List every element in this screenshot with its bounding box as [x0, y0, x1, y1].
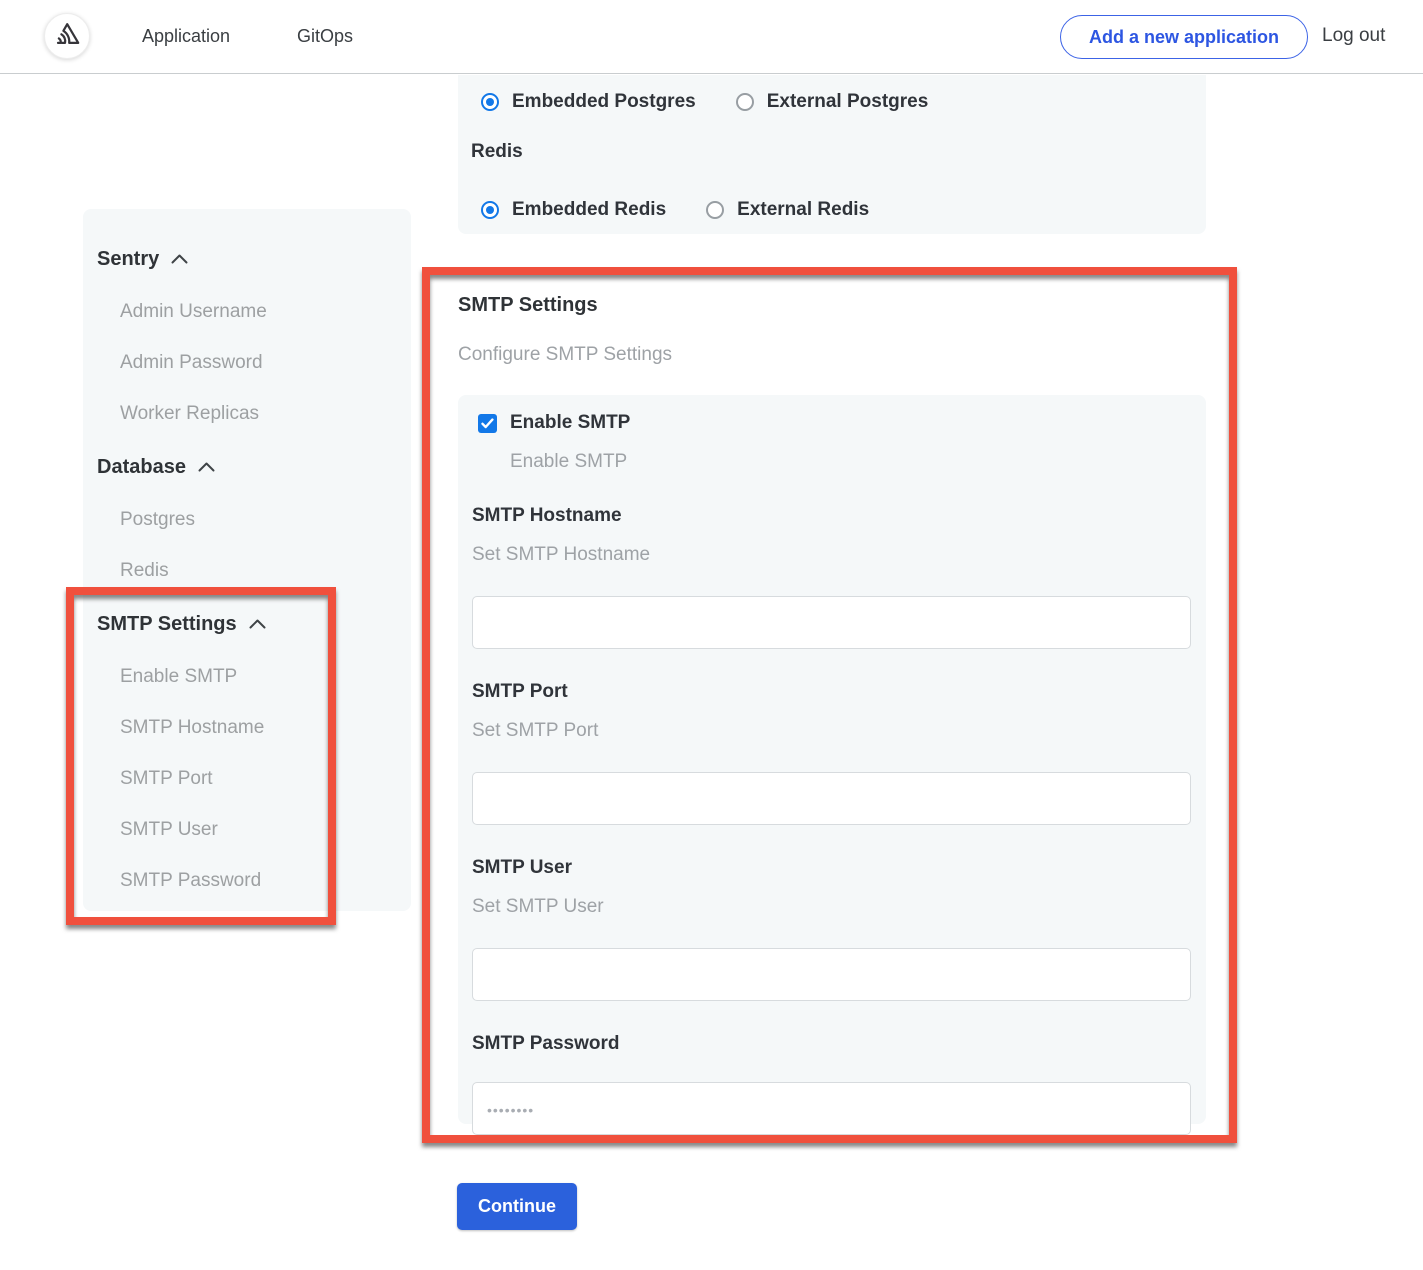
smtp-hostname-label: SMTP Hostname: [472, 505, 1191, 527]
smtp-port-help: Set SMTP Port: [472, 720, 1191, 742]
embedded-postgres-label[interactable]: Embedded Postgres: [512, 91, 696, 113]
nav-link-gitops[interactable]: GitOps: [297, 26, 353, 47]
sidebar-item-smtp-port[interactable]: SMTP Port: [120, 769, 411, 789]
smtp-password-field: SMTP Password: [472, 1033, 1191, 1135]
smtp-section-subtitle: Configure SMTP Settings: [458, 344, 672, 366]
smtp-form-panel: Enable SMTP Enable SMTP SMTP Hostname Se…: [458, 395, 1206, 1124]
sentry-logo-icon: [53, 20, 81, 53]
add-new-application-button[interactable]: Add a new application: [1060, 15, 1308, 59]
smtp-section-title: SMTP Settings: [458, 294, 598, 317]
smtp-user-label: SMTP User: [472, 857, 1191, 879]
smtp-password-label: SMTP Password: [472, 1033, 1191, 1055]
config-sidebar: Sentry Admin Username Admin Password Wor…: [83, 209, 411, 911]
smtp-port-label: SMTP Port: [472, 681, 1191, 703]
smtp-hostname-input[interactable]: [472, 596, 1191, 649]
sidebar-group-database[interactable]: Database: [97, 455, 411, 479]
continue-button[interactable]: Continue: [457, 1183, 577, 1230]
redis-group-heading: Redis: [471, 141, 1206, 163]
chevron-up-icon: [171, 254, 188, 264]
sidebar-group-sentry[interactable]: Sentry: [97, 247, 411, 271]
sidebar-group-database-label: Database: [97, 455, 186, 479]
sidebar-item-smtp-user[interactable]: SMTP User: [120, 820, 411, 840]
embedded-postgres-radio[interactable]: [481, 93, 499, 111]
external-postgres-radio[interactable]: [736, 93, 754, 111]
embedded-redis-label[interactable]: Embedded Redis: [512, 199, 666, 221]
checkmark-icon: [481, 418, 494, 429]
sidebar-item-admin-username[interactable]: Admin Username: [120, 302, 411, 322]
smtp-user-field: SMTP User Set SMTP User: [472, 857, 1191, 1001]
logout-link[interactable]: Log out: [1322, 25, 1385, 47]
smtp-port-input[interactable]: [472, 772, 1191, 825]
page: Application GitOps Add a new application…: [0, 0, 1423, 1270]
external-redis-label[interactable]: External Redis: [737, 199, 869, 221]
chevron-up-icon: [249, 619, 266, 629]
redis-radio-group: Embedded Redis External Redis: [481, 199, 1206, 221]
enable-smtp-row: Enable SMTP: [478, 412, 1191, 434]
smtp-user-help: Set SMTP User: [472, 896, 1191, 918]
smtp-user-input[interactable]: [472, 948, 1191, 1001]
external-postgres-label[interactable]: External Postgres: [767, 91, 929, 113]
sidebar-item-enable-smtp[interactable]: Enable SMTP: [120, 667, 411, 687]
sidebar-group-smtp-label: SMTP Settings: [97, 612, 237, 636]
sidebar-item-worker-replicas[interactable]: Worker Replicas: [120, 404, 411, 424]
sidebar-item-smtp-password[interactable]: SMTP Password: [120, 871, 411, 891]
nav-link-application[interactable]: Application: [142, 26, 230, 47]
enable-smtp-help: Enable SMTP: [510, 451, 1191, 473]
smtp-hostname-field: SMTP Hostname Set SMTP Hostname: [472, 505, 1191, 649]
sidebar-item-redis[interactable]: Redis: [120, 561, 411, 581]
sidebar-group-sentry-label: Sentry: [97, 247, 159, 271]
postgres-radio-group: Embedded Postgres External Postgres: [481, 91, 1206, 113]
embedded-redis-radio[interactable]: [481, 201, 499, 219]
enable-smtp-label[interactable]: Enable SMTP: [510, 412, 630, 434]
top-navbar: Application GitOps Add a new application…: [0, 0, 1423, 74]
sidebar-group-smtp-settings[interactable]: SMTP Settings: [97, 612, 411, 636]
sidebar-item-postgres[interactable]: Postgres: [120, 510, 411, 530]
sidebar-item-admin-password[interactable]: Admin Password: [120, 353, 411, 373]
enable-smtp-checkbox[interactable]: [478, 414, 497, 433]
database-config-panel: Embedded Postgres External Postgres Redi…: [458, 75, 1206, 234]
smtp-password-input[interactable]: [472, 1082, 1191, 1135]
smtp-port-field: SMTP Port Set SMTP Port: [472, 681, 1191, 825]
smtp-hostname-help: Set SMTP Hostname: [472, 544, 1191, 566]
app-logo[interactable]: [44, 13, 90, 59]
external-redis-radio[interactable]: [706, 201, 724, 219]
chevron-up-icon: [198, 462, 215, 472]
sidebar-item-smtp-hostname[interactable]: SMTP Hostname: [120, 718, 411, 738]
